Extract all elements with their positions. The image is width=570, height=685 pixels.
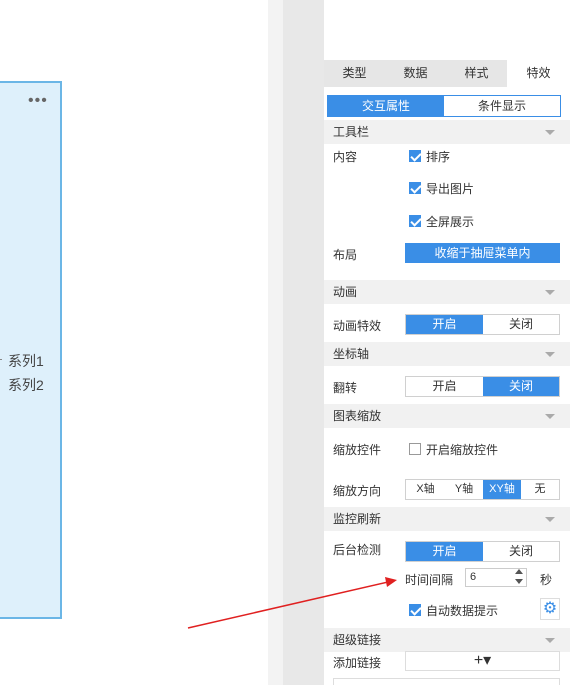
legend-item-series2: 系列2	[8, 377, 44, 393]
section-axis-title: 坐标轴	[333, 347, 370, 361]
section-toolbar-title: 工具栏	[333, 125, 370, 139]
chevron-down-icon[interactable]	[545, 352, 555, 357]
chevron-down-icon[interactable]	[545, 414, 555, 419]
canvas-gutter	[268, 0, 283, 685]
export-image-checkbox-label: 导出图片	[426, 182, 475, 196]
zoom-none-option[interactable]: 无	[521, 480, 559, 499]
spin-up-icon[interactable]	[515, 569, 523, 574]
chevron-down-icon[interactable]	[545, 517, 555, 522]
zoom-control-checkbox[interactable]	[409, 443, 421, 455]
animation-effect-label: 动画特效	[333, 319, 382, 333]
auto-tip-checkbox[interactable]	[409, 604, 421, 616]
fullscreen-checkbox-label: 全屏展示	[426, 215, 475, 229]
zoom-x-option[interactable]: X轴	[406, 480, 445, 499]
subtab-condition-display[interactable]: 条件显示	[444, 96, 560, 116]
zoom-direction-toggle: X轴 Y轴 XY轴 无	[405, 479, 560, 500]
layout-select[interactable]: 收缩于抽屉菜单内	[405, 243, 560, 263]
subtab-interaction[interactable]: 交互属性	[328, 96, 444, 116]
chevron-down-icon[interactable]	[545, 638, 555, 643]
gear-icon[interactable]: ⚙	[540, 598, 560, 620]
background-check-off-option[interactable]: 关闭	[483, 542, 559, 561]
interval-unit: 秒	[540, 573, 553, 587]
background-check-toggle: 开启 关闭	[405, 541, 560, 562]
zoom-y-option[interactable]: Y轴	[445, 480, 483, 499]
sort-checkbox[interactable]	[409, 150, 421, 162]
flip-on-option[interactable]: 开启	[406, 377, 483, 396]
chevron-down-icon[interactable]	[545, 290, 555, 295]
fullscreen-checkbox[interactable]	[409, 215, 421, 227]
flip-label: 翻转	[333, 381, 358, 395]
tab-data[interactable]: 数据	[385, 60, 446, 87]
auto-tip-checkbox-label: 自动数据提示	[426, 604, 499, 618]
more-options-icon[interactable]: •••	[28, 92, 48, 110]
section-monitor-title: 监控刷新	[333, 512, 382, 526]
sort-checkbox-label: 排序	[426, 150, 451, 164]
zoom-xy-option[interactable]: XY轴	[483, 480, 521, 499]
section-hyperlink-title: 超级链接	[333, 633, 382, 647]
zoom-direction-label: 缩放方向	[333, 484, 382, 498]
zoom-control-label: 缩放控件	[333, 443, 382, 457]
add-link-button[interactable]: +▾	[405, 651, 560, 671]
tab-effects[interactable]: 特效	[507, 60, 570, 87]
zoom-control-checkbox-label: 开启缩放控件	[426, 443, 499, 457]
chart-widget[interactable]	[0, 81, 62, 619]
legend-item-series1: 系列1	[8, 353, 44, 369]
chevron-down-icon[interactable]	[545, 130, 555, 135]
animation-toggle: 开启 关闭	[405, 314, 560, 335]
animation-on-option[interactable]: 开启	[406, 315, 483, 334]
spin-down-icon[interactable]	[515, 579, 523, 584]
legend-marker	[0, 359, 2, 360]
flip-off-option[interactable]: 关闭	[483, 377, 559, 396]
content-label: 内容	[333, 150, 358, 164]
section-zoom-title: 图表缩放	[333, 409, 382, 423]
background-check-on-option[interactable]: 开启	[406, 542, 483, 561]
panel-divider	[283, 0, 324, 685]
export-image-checkbox[interactable]	[409, 182, 421, 194]
add-link-label: 添加链接	[333, 656, 382, 670]
animation-off-option[interactable]: 关闭	[483, 315, 559, 334]
tab-style[interactable]: 样式	[446, 60, 507, 87]
section-animation-title: 动画	[333, 285, 358, 299]
flip-toggle: 开启 关闭	[405, 376, 560, 397]
layout-label: 布局	[333, 248, 358, 262]
interval-label: 时间间隔	[405, 573, 454, 587]
section-animation-header[interactable]	[324, 280, 570, 304]
background-check-label: 后台检测	[333, 543, 382, 557]
link-toolbar	[333, 678, 560, 685]
tab-type[interactable]: 类型	[324, 60, 385, 87]
